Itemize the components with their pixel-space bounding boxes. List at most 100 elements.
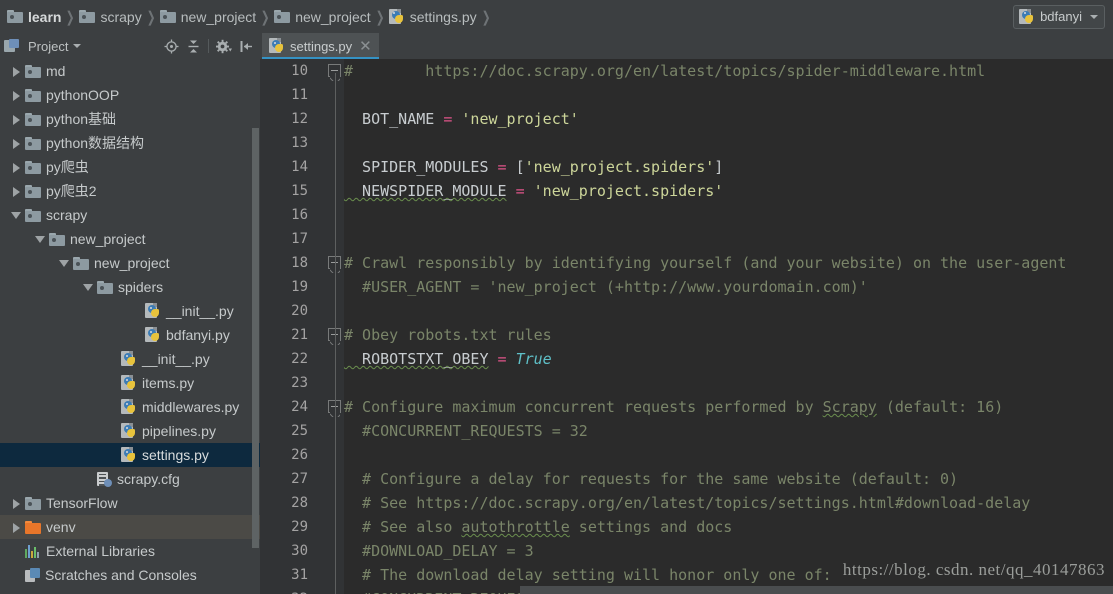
code-token: # See https://doc.scrapy.org/en/latest/t… xyxy=(344,494,1031,512)
project-tree-scrollbar[interactable] xyxy=(252,128,259,548)
tree-node[interactable]: venv xyxy=(0,515,260,539)
python-file-icon xyxy=(121,351,137,367)
close-icon[interactable]: ✕ xyxy=(359,39,372,54)
tree-node[interactable]: pipelines.py xyxy=(0,419,260,443)
code-folding-gutter[interactable] xyxy=(318,59,344,594)
folder-icon xyxy=(25,88,41,102)
line-number: 15 xyxy=(291,183,308,199)
chevron-down-icon[interactable] xyxy=(73,44,82,48)
chevron-right-icon[interactable] xyxy=(8,519,24,535)
code-line[interactable]: # Obey robots.txt rules xyxy=(344,323,1113,347)
gear-icon[interactable] xyxy=(214,36,234,56)
tree-node[interactable]: python基础 xyxy=(0,107,260,131)
code-line[interactable] xyxy=(344,203,1113,227)
code-line[interactable]: NEWSPIDER_MODULE = 'new_project.spiders' xyxy=(344,179,1113,203)
code-line[interactable]: # Crawl responsibly by identifying yours… xyxy=(344,251,1113,275)
pycharm-window: learn ❯ scrapy ❯ new_project ❯ new_project ❯ set… xyxy=(0,0,1113,594)
run-configuration-selector[interactable]: bdfanyi xyxy=(1013,4,1105,29)
code-line[interactable]: ROBOTSTXT_OBEY = True xyxy=(344,347,1113,371)
chevron-right-icon[interactable] xyxy=(8,495,24,511)
editor-tab-settings-py[interactable]: settings.py ✕ xyxy=(262,33,379,59)
code-line[interactable]: #USER_AGENT = 'new_project (+http://www.… xyxy=(344,275,1113,299)
code-line[interactable]: # See https://doc.scrapy.org/en/latest/t… xyxy=(344,491,1113,515)
breadcrumb-item-new_project[interactable]: new_project xyxy=(157,5,260,29)
chevron-right-icon[interactable] xyxy=(8,87,24,103)
code-token: #USER_AGENT = 'new_project (+http://www.… xyxy=(344,278,868,296)
chevron-right-icon[interactable] xyxy=(8,159,24,175)
tree-node[interactable]: spiders xyxy=(0,275,260,299)
code-token: [ xyxy=(515,158,525,176)
tree-node[interactable]: scrapy.cfg xyxy=(0,467,260,491)
tree-node[interactable]: python数据结构 xyxy=(0,131,260,155)
code-line[interactable]: BOT_NAME = 'new_project' xyxy=(344,107,1113,131)
locate-target-icon[interactable] xyxy=(161,36,181,56)
code-viewport[interactable]: 10 11 12 13 14 15 16 17 18 19 20 21 22 23 24 25 26 27 28 29… xyxy=(260,59,1113,594)
tree-node[interactable]: settings.py xyxy=(0,443,260,467)
collapse-all-icon[interactable] xyxy=(183,36,203,56)
code-line[interactable] xyxy=(344,443,1113,467)
project-tool-window-header: Project xyxy=(0,33,260,59)
code-token: = xyxy=(497,158,516,176)
breadcrumb-item-settings-py[interactable]: settings.py xyxy=(386,5,480,29)
breadcrumb-item-learn[interactable]: learn xyxy=(4,5,64,29)
tree-node[interactable]: pythonOOP xyxy=(0,83,260,107)
folder-icon xyxy=(97,280,113,294)
tree-node-label: bdfanyi.py xyxy=(166,327,230,343)
tree-node[interactable]: py爬虫2 xyxy=(0,179,260,203)
chevron-down-icon[interactable] xyxy=(56,255,72,271)
code-line[interactable]: SPIDER_MODULES = ['new_project.spiders'] xyxy=(344,155,1113,179)
line-number-gutter: 10 11 12 13 14 15 16 17 18 19 20 21 22 23 24 25 26 27 28 29… xyxy=(260,59,318,594)
tree-node-label: venv xyxy=(46,519,76,535)
chevron-down-icon[interactable] xyxy=(8,207,24,223)
tree-node[interactable]: __init__.py xyxy=(0,299,260,323)
chevron-right-icon[interactable] xyxy=(8,111,24,127)
line-number: 14 xyxy=(291,159,308,175)
tree-node[interactable]: bdfanyi.py xyxy=(0,323,260,347)
breadcrumb-separator-icon: ❯ xyxy=(261,8,270,26)
chevron-right-icon[interactable] xyxy=(8,135,24,151)
code-line[interactable] xyxy=(344,371,1113,395)
tool-window-title: Project xyxy=(28,38,69,54)
code-token: settings and docs xyxy=(569,518,733,536)
tree-node[interactable]: Scratches and Consoles xyxy=(0,563,260,587)
breadcrumb-item-new_project[interactable]: new_project xyxy=(271,5,374,29)
code-line[interactable]: # Configure maximum concurrent requests … xyxy=(344,395,1113,419)
editor-tab-bar: settings.py ✕ xyxy=(260,33,1113,59)
hide-panel-icon[interactable] xyxy=(236,36,256,56)
tree-node[interactable]: __init__.py xyxy=(0,347,260,371)
code-token: # The download delay setting will honor … xyxy=(344,566,832,584)
tree-node[interactable]: new_project xyxy=(0,251,260,275)
code-line[interactable] xyxy=(344,227,1113,251)
breadcrumb: learn ❯ scrapy ❯ new_project ❯ new_project ❯ set… xyxy=(0,5,1013,29)
tree-node[interactable]: md xyxy=(0,59,260,83)
code-line[interactable]: # See also autothrottle settings and doc… xyxy=(344,515,1113,539)
tree-node[interactable]: new_project xyxy=(0,227,260,251)
tree-node[interactable]: items.py xyxy=(0,371,260,395)
code-line[interactable]: # https://doc.scrapy.org/en/latest/topic… xyxy=(344,59,1113,83)
chevron-down-icon[interactable] xyxy=(32,231,48,247)
tree-node[interactable]: py爬虫 xyxy=(0,155,260,179)
tree-node[interactable]: External Libraries xyxy=(0,539,260,563)
project-tree[interactable]: md pythonOOP python基础 python数据结构 py爬虫 py爬虫2 sc… xyxy=(0,59,260,594)
source-code[interactable]: # https://doc.scrapy.org/en/latest/topic… xyxy=(344,59,1113,594)
tree-node[interactable]: middlewares.py xyxy=(0,395,260,419)
tool-window-actions xyxy=(161,33,256,59)
code-line[interactable]: # Configure a delay for requests for the… xyxy=(344,467,1113,491)
tree-node[interactable]: TensorFlow xyxy=(0,491,260,515)
chevron-right-icon[interactable] xyxy=(8,63,24,79)
breadcrumb-item-scrapy[interactable]: scrapy xyxy=(76,5,144,29)
project-tool-window: Project md pythonOOP python基础 python数据结构… xyxy=(0,33,260,594)
breadcrumb-separator-icon: ❯ xyxy=(375,8,385,26)
code-line[interactable]: #CONCURRENT_REQUESTS = 32 xyxy=(344,419,1113,443)
tree-node[interactable]: scrapy xyxy=(0,203,260,227)
chevron-right-icon[interactable] xyxy=(8,183,24,199)
code-line[interactable] xyxy=(344,299,1113,323)
code-line[interactable] xyxy=(344,131,1113,155)
code-line[interactable] xyxy=(344,83,1113,107)
tree-node-label: python基础 xyxy=(46,111,117,127)
chevron-down-icon[interactable] xyxy=(80,279,96,295)
